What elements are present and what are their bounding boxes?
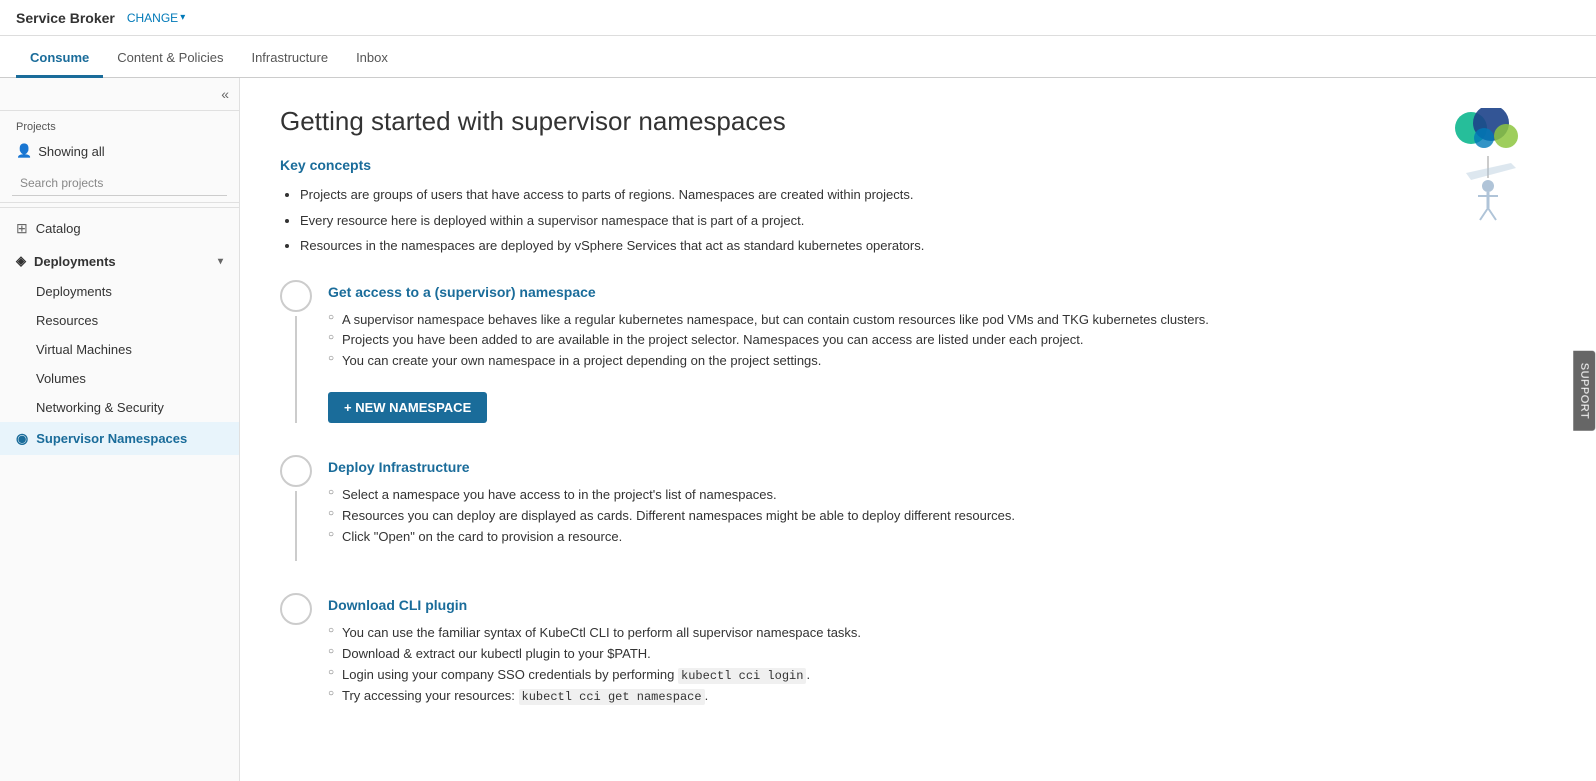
projects-label: Projects — [0, 111, 239, 137]
key-concepts-title: Key concepts — [280, 157, 1556, 173]
tab-inbox[interactable]: Inbox — [342, 50, 402, 78]
list-item: You can use the familiar syntax of KubeC… — [328, 623, 1556, 644]
list-item: A supervisor namespace behaves like a re… — [328, 310, 1556, 331]
sidebar-item-volumes[interactable]: Volumes — [0, 364, 239, 393]
showing-all-item[interactable]: 👤 Showing all — [0, 137, 239, 165]
step-2-title: Deploy Infrastructure — [328, 459, 1556, 475]
key-concepts-section: Key concepts Projects are groups of user… — [280, 157, 1556, 256]
key-concepts-list: Projects are groups of users that have a… — [280, 185, 1556, 256]
step-1-line — [295, 316, 297, 423]
step-1-title: Get access to a (supervisor) namespace — [328, 284, 1556, 300]
list-item: Click "Open" on the card to provision a … — [328, 527, 1556, 548]
list-item: Try accessing your resources: kubectl cc… — [328, 686, 1556, 707]
chevron-down-icon: ▾ — [218, 256, 223, 267]
divider — [0, 207, 239, 208]
change-button[interactable]: CHANGE ▾ — [123, 9, 189, 27]
list-item: Projects you have been added to are avai… — [328, 330, 1556, 351]
sidebar-item-deployments-sub[interactable]: Deployments — [0, 277, 239, 306]
supervisor-icon: ◉ — [16, 430, 28, 447]
sidebar-collapse-button[interactable]: « — [0, 78, 239, 111]
new-namespace-button[interactable]: + NEW NAMESPACE — [328, 392, 487, 423]
sidebar-item-catalog[interactable]: ⊞ Catalog — [0, 212, 239, 245]
list-item: Login using your company SSO credentials… — [328, 665, 1556, 686]
tab-content-policies[interactable]: Content & Policies — [103, 50, 237, 78]
search-input[interactable] — [12, 171, 227, 196]
top-bar: Service Broker CHANGE ▾ — [0, 0, 1596, 36]
sidebar-item-supervisor-namespaces[interactable]: ◉ Supervisor Namespaces — [0, 422, 239, 455]
list-item: You can create your own namespace in a p… — [328, 351, 1556, 372]
deployments-icon: ◈ — [16, 253, 26, 269]
sidebar: « Projects 👤 Showing all ⊞ Catalog ◈ Dep… — [0, 78, 240, 781]
list-item: Projects are groups of users that have a… — [300, 185, 1556, 205]
main-layout: « Projects 👤 Showing all ⊞ Catalog ◈ Dep… — [0, 78, 1596, 781]
list-item: Download & extract our kubectl plugin to… — [328, 644, 1556, 665]
step-2-line — [295, 491, 297, 561]
sidebar-item-networking-security[interactable]: Networking & Security — [0, 393, 239, 422]
step-3-title: Download CLI plugin — [328, 597, 1556, 613]
app-title: Service Broker — [16, 10, 115, 26]
page-title: Getting started with supervisor namespac… — [280, 106, 1556, 137]
list-item: Resources in the namespaces are deployed… — [300, 236, 1556, 256]
step-3-list: You can use the familiar syntax of KubeC… — [328, 623, 1556, 707]
nav-tabs: Consume Content & Policies Infrastructur… — [0, 36, 1596, 78]
steps-container: Get access to a (supervisor) namespace A… — [280, 280, 1556, 754]
step-1-list: A supervisor namespace behaves like a re… — [328, 310, 1556, 372]
search-container — [0, 165, 239, 203]
illustration — [1416, 108, 1536, 228]
step-3-circle — [280, 593, 312, 625]
chevron-down-icon: ▾ — [180, 12, 185, 23]
tab-infrastructure[interactable]: Infrastructure — [237, 50, 342, 78]
content-area: Getting started with supervisor namespac… — [240, 78, 1596, 781]
person-icon: 👤 — [16, 143, 32, 159]
support-tab[interactable]: SUPPORT — [1573, 350, 1595, 430]
list-item: Select a namespace you have access to in… — [328, 485, 1556, 506]
list-item: Resources you can deploy are displayed a… — [328, 506, 1556, 527]
step-2-circle — [280, 455, 312, 487]
sidebar-item-virtual-machines[interactable]: Virtual Machines — [0, 335, 239, 364]
catalog-icon: ⊞ — [16, 220, 28, 237]
tab-consume[interactable]: Consume — [16, 50, 103, 78]
step-2: Deploy Infrastructure Select a namespace… — [280, 455, 1556, 561]
step-2-list: Select a namespace you have access to in… — [328, 485, 1556, 547]
sidebar-item-resources[interactable]: Resources — [0, 306, 239, 335]
step-3: Download CLI plugin You can use the fami… — [280, 593, 1556, 721]
step-1: Get access to a (supervisor) namespace A… — [280, 280, 1556, 423]
list-item: Every resource here is deployed within a… — [300, 211, 1556, 231]
sidebar-item-deployments[interactable]: ◈ Deployments ▾ — [0, 245, 239, 277]
step-1-circle — [280, 280, 312, 312]
